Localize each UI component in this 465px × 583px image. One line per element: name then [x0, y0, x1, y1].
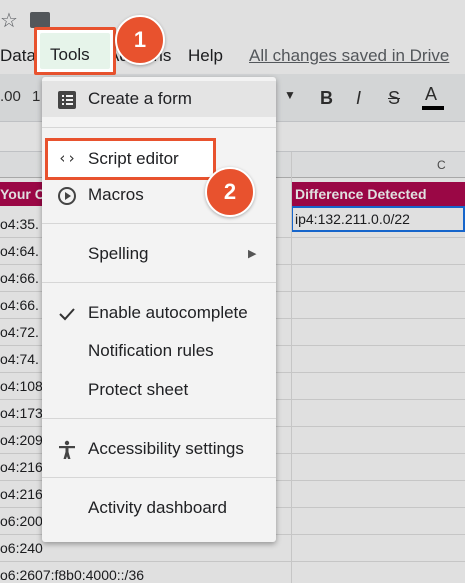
- strikethrough-button[interactable]: S: [388, 88, 400, 109]
- menu-item-notification-rules[interactable]: Notification rules: [42, 333, 276, 369]
- menu-data[interactable]: Data: [0, 46, 36, 66]
- star-icon[interactable]: ☆: [0, 8, 18, 33]
- menu-item-protect-sheet[interactable]: Protect sheet: [42, 372, 276, 408]
- menu-help[interactable]: Help: [188, 46, 223, 66]
- step-badge-2: 2: [205, 167, 255, 217]
- cell-value: o4:209: [0, 432, 43, 448]
- cell-value: o6:200: [0, 513, 43, 529]
- cell-value: o4:66.: [0, 297, 39, 313]
- cell-value: o4:108: [0, 378, 43, 394]
- menu-item-label: Protect sheet: [88, 380, 189, 399]
- menu-separator: [42, 223, 276, 224]
- menu-item-label: Macros: [88, 185, 144, 204]
- cell-value: o4:216: [0, 486, 43, 502]
- step-badge-1: 1: [115, 15, 165, 65]
- menu-item-accessibility-settings[interactable]: Accessibility settings: [42, 431, 276, 467]
- menu-item-label: Enable autocomplete: [88, 303, 248, 322]
- play-circle-icon: [56, 185, 78, 207]
- text-color-label: A: [425, 84, 438, 104]
- menu-separator: [42, 418, 276, 419]
- chevron-down-icon[interactable]: ▼: [284, 88, 296, 102]
- table-row[interactable]: o6:2607:f8b0:4000::/36: [0, 562, 465, 583]
- menu-tools[interactable]: Tools: [40, 33, 110, 69]
- cell-value: o4:72.: [0, 324, 39, 340]
- form-icon: [56, 89, 78, 111]
- italic-button[interactable]: I: [356, 88, 361, 109]
- column-header-c[interactable]: C: [437, 158, 446, 172]
- menu-separator: [42, 282, 276, 283]
- script-editor-highlight[interactable]: ‹› Script editor: [45, 138, 216, 180]
- number-format-button[interactable]: 1: [32, 88, 40, 105]
- menu-item-enable-autocomplete[interactable]: Enable autocomplete: [42, 295, 276, 331]
- cell-value: o6:2607:f8b0:4000::/36: [0, 567, 145, 583]
- menu-tools-label: Tools: [50, 45, 90, 64]
- saved-status-link[interactable]: All changes saved in Drive: [249, 46, 449, 66]
- menu-item-script-editor: Script editor: [88, 149, 179, 168]
- menu-separator: [42, 127, 276, 128]
- cell-value: o6:240: [0, 540, 43, 556]
- cell-value: o4:66.: [0, 270, 39, 286]
- check-icon: [56, 303, 78, 325]
- code-icon: ‹›: [58, 149, 77, 167]
- menu-item-label: Activity dashboard: [88, 498, 227, 517]
- header-cell-b-text: Difference Detected: [295, 186, 427, 202]
- accessibility-icon: [56, 439, 78, 461]
- menu-item-create-form[interactable]: Create a form: [42, 81, 276, 117]
- cell-value: o4:35.: [0, 216, 39, 232]
- menu-item-label: Accessibility settings: [88, 439, 244, 458]
- menu-item-label: Spelling: [88, 244, 149, 263]
- text-color-button[interactable]: A: [422, 84, 444, 112]
- cell-value: o4:64.: [0, 243, 39, 259]
- cell-value: o4:74.: [0, 351, 39, 367]
- menu-item-activity-dashboard[interactable]: Activity dashboard: [42, 490, 276, 526]
- menu-item-spelling[interactable]: Spelling ▶: [42, 236, 276, 272]
- submenu-arrow-icon: ▶: [248, 248, 257, 260]
- folder-icon[interactable]: [30, 12, 50, 28]
- cell-value: o4:216: [0, 459, 43, 475]
- menu-item-label: Notification rules: [88, 341, 214, 360]
- header-cell-b[interactable]: Difference Detected: [291, 182, 465, 206]
- menu-separator: [42, 477, 276, 478]
- header-cell-a-text: Your C: [0, 186, 45, 202]
- decimal-button[interactable]: .00: [0, 88, 21, 105]
- menu-item-label: Create a form: [88, 89, 192, 108]
- bold-button[interactable]: B: [320, 88, 333, 109]
- text-color-swatch: [422, 106, 444, 110]
- cell-value: o4:173: [0, 405, 43, 421]
